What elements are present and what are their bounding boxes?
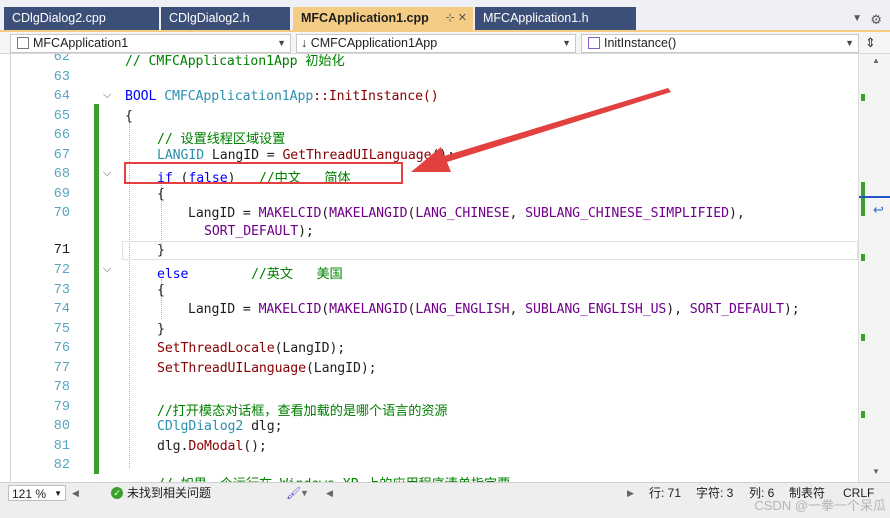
tab-mfcapplication1-cpp[interactable]: MFCApplication1.cpp ⊹ ✕	[293, 7, 473, 30]
code-line: SetThreadLocale(LangID);	[157, 341, 346, 356]
scroll-left-icon[interactable]: ◀	[326, 485, 333, 501]
method-icon	[588, 37, 600, 49]
annotation-highlight-box	[124, 162, 403, 184]
code-editor[interactable]: 62 63 64 65 66 67 68 69 70 71 72 73 74 7…	[0, 54, 858, 482]
line-number: 74	[53, 302, 70, 317]
code-line: //打开模态对话框，查看加载的是哪个语言的资源	[157, 404, 448, 419]
change-marker	[861, 254, 865, 261]
tab-label: MFCApplication1.cpp	[301, 11, 429, 25]
zoom-dropdown[interactable]: 121 % ▼	[8, 485, 66, 501]
tab-label: MFCApplication1.h	[483, 11, 589, 25]
line-number: 64	[53, 89, 70, 104]
project-dropdown[interactable]: MFCApplication1 ▼	[10, 34, 291, 53]
gear-icon[interactable]: ⚙	[870, 12, 882, 28]
change-marker	[861, 334, 865, 341]
code-cleanup-icon[interactable]: 🖌	[286, 485, 301, 501]
line-indicator[interactable]: 行: 71	[649, 485, 681, 501]
change-marker	[861, 94, 865, 101]
scroll-down-icon[interactable]: ▼	[872, 467, 880, 476]
line-number: 76	[53, 341, 70, 356]
watermark: CSDN @一拳一个呆瓜	[754, 498, 886, 513]
code-line: // 如果一个运行在 Windows XP 上的应用程序清单指定要	[157, 473, 510, 482]
line-number: 69	[53, 187, 70, 202]
collapse-icon[interactable]: ⌵	[103, 167, 111, 180]
dropdown-arrow-icon: ▼	[562, 38, 571, 48]
line-number: 80	[53, 419, 70, 434]
line-number: 81	[53, 439, 70, 454]
line-number: 67	[53, 148, 70, 163]
line-number-current: 71	[53, 243, 70, 258]
code-line: {	[157, 187, 165, 202]
project-icon	[17, 37, 29, 49]
code-line: LANGID LangID = GetThreadUILanguage();	[157, 148, 455, 163]
line-number: 75	[53, 322, 70, 337]
code-line: BOOL CMFCApplication1App::InitInstance()	[125, 89, 439, 104]
change-marker	[861, 182, 865, 216]
char-indicator[interactable]: 字符: 3	[696, 485, 733, 501]
scope-label: CMFCApplication1App	[310, 36, 438, 50]
line-number: 70	[53, 206, 70, 221]
line-number: 77	[53, 361, 70, 376]
code-line: LangID = MAKELCID(MAKELANGID(LANG_CHINES…	[188, 206, 745, 221]
line-number: 63	[53, 70, 70, 85]
issues-status[interactable]: 未找到相关问题	[127, 485, 211, 501]
document-tab-strip: CDlgDialog2.cpp CDlgDialog2.h MFCApplica…	[0, 0, 890, 32]
member-dropdown[interactable]: InitInstance() ▼	[581, 34, 859, 53]
change-indicator-bar	[94, 104, 99, 474]
scroll-position-marker	[859, 196, 890, 198]
code-line: // CMFCApplication1App 初始化	[125, 54, 345, 69]
code-line-wrapped: SORT_DEFAULT);	[204, 224, 314, 239]
chevron-down-icon[interactable]: ▼	[852, 13, 862, 24]
code-line: SetThreadUILanguage(LangID);	[157, 361, 377, 376]
scope-arrow-icon: ↓	[301, 36, 308, 50]
code-line: {	[157, 283, 165, 298]
code-line: LangID = MAKELCID(MAKELANGID(LANG_ENGLIS…	[188, 302, 800, 317]
pin-close-icons[interactable]: ⊹ ✕	[446, 7, 468, 30]
tab-cdlgdialog2-h[interactable]: CDlgDialog2.h	[161, 7, 290, 30]
margin-divider	[10, 54, 11, 482]
line-number: 65	[53, 109, 70, 124]
check-circle-icon: ✓	[111, 487, 123, 499]
scope-dropdown[interactable]: ↓ CMFCApplication1App ▼	[296, 34, 576, 53]
member-label: InitInstance()	[604, 36, 677, 50]
tab-label: CDlgDialog2.h	[169, 11, 250, 25]
line-number: 82	[53, 458, 70, 473]
line-number: 78	[53, 380, 70, 395]
tab-cdlgdialog2-cpp[interactable]: CDlgDialog2.cpp	[4, 7, 159, 30]
code-line: // 设置线程区域设置	[157, 132, 286, 147]
tab-label: CDlgDialog2.cpp	[12, 11, 106, 25]
current-line-highlight	[122, 241, 858, 260]
dropdown-arrow-icon: ▼	[54, 489, 62, 498]
dropdown-arrow-icon: ▼	[277, 38, 286, 48]
collapse-icon[interactable]: ⌵	[103, 263, 111, 276]
change-marker	[861, 411, 865, 418]
code-line: }	[157, 322, 165, 337]
split-expand-icon[interactable]: ⇕	[865, 35, 876, 51]
line-number: 72	[53, 263, 70, 278]
tab-mfcapplication1-h[interactable]: MFCApplication1.h	[475, 7, 636, 30]
zoom-level: 121 %	[12, 487, 47, 501]
code-line: CDlgDialog2 dlg;	[157, 419, 283, 434]
status-bar: 121 % ▼ ◀ ✓ 未找到相关问题 🖌 ▼ ◀ ▶ 行: 71 字符: 3 …	[0, 482, 890, 518]
scroll-right-icon[interactable]: ▶	[627, 485, 634, 501]
caret-position-icon: ↩	[873, 202, 884, 217]
line-number: 66	[53, 128, 70, 143]
scroll-left-icon[interactable]: ◀	[72, 485, 79, 501]
scroll-up-icon[interactable]: ▲	[872, 56, 880, 65]
line-number: 62	[53, 54, 70, 65]
line-number: 73	[53, 283, 70, 298]
vertical-scrollbar[interactable]: ▲ ↩ ▼	[858, 54, 890, 482]
code-line: {	[125, 109, 133, 124]
code-line: dlg.DoModal();	[157, 439, 267, 454]
collapse-icon[interactable]: ⌵	[103, 89, 111, 102]
dropdown-arrow-icon: ▼	[845, 38, 854, 48]
navigation-bar: MFCApplication1 ▼ ↓ CMFCApplication1App …	[0, 32, 890, 54]
project-label: MFCApplication1	[33, 36, 129, 50]
dropdown-arrow-icon[interactable]: ▼	[300, 485, 309, 501]
line-number: 79	[53, 400, 70, 415]
line-number: 68	[53, 167, 70, 182]
code-line: else //英文 美国	[157, 267, 343, 282]
code-line-current: }	[157, 243, 165, 258]
